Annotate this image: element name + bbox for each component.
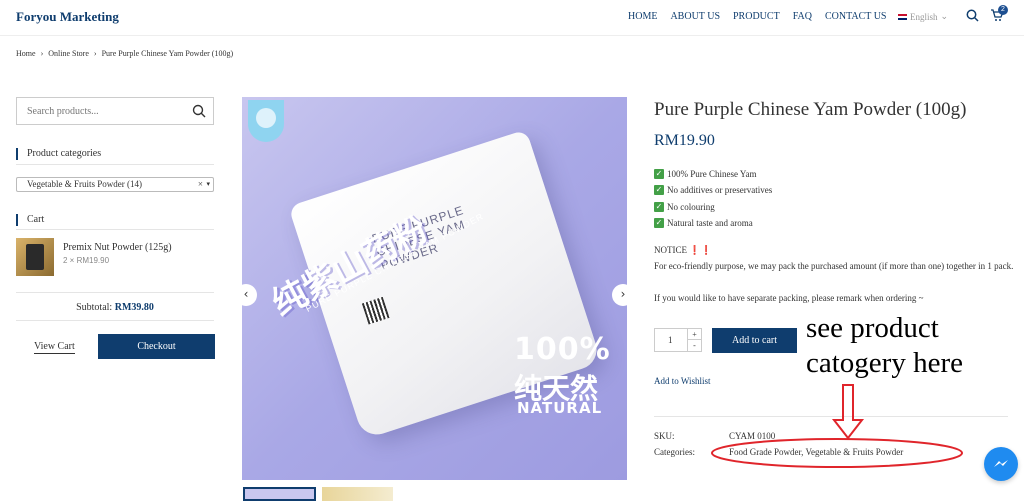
messenger-icon: [994, 460, 1008, 467]
annotation-ellipse-icon: [711, 438, 963, 468]
annotation-drawing: [711, 384, 963, 468]
annotation-arrow-icon: [831, 384, 865, 440]
messenger-chat-button[interactable]: [984, 447, 1018, 481]
